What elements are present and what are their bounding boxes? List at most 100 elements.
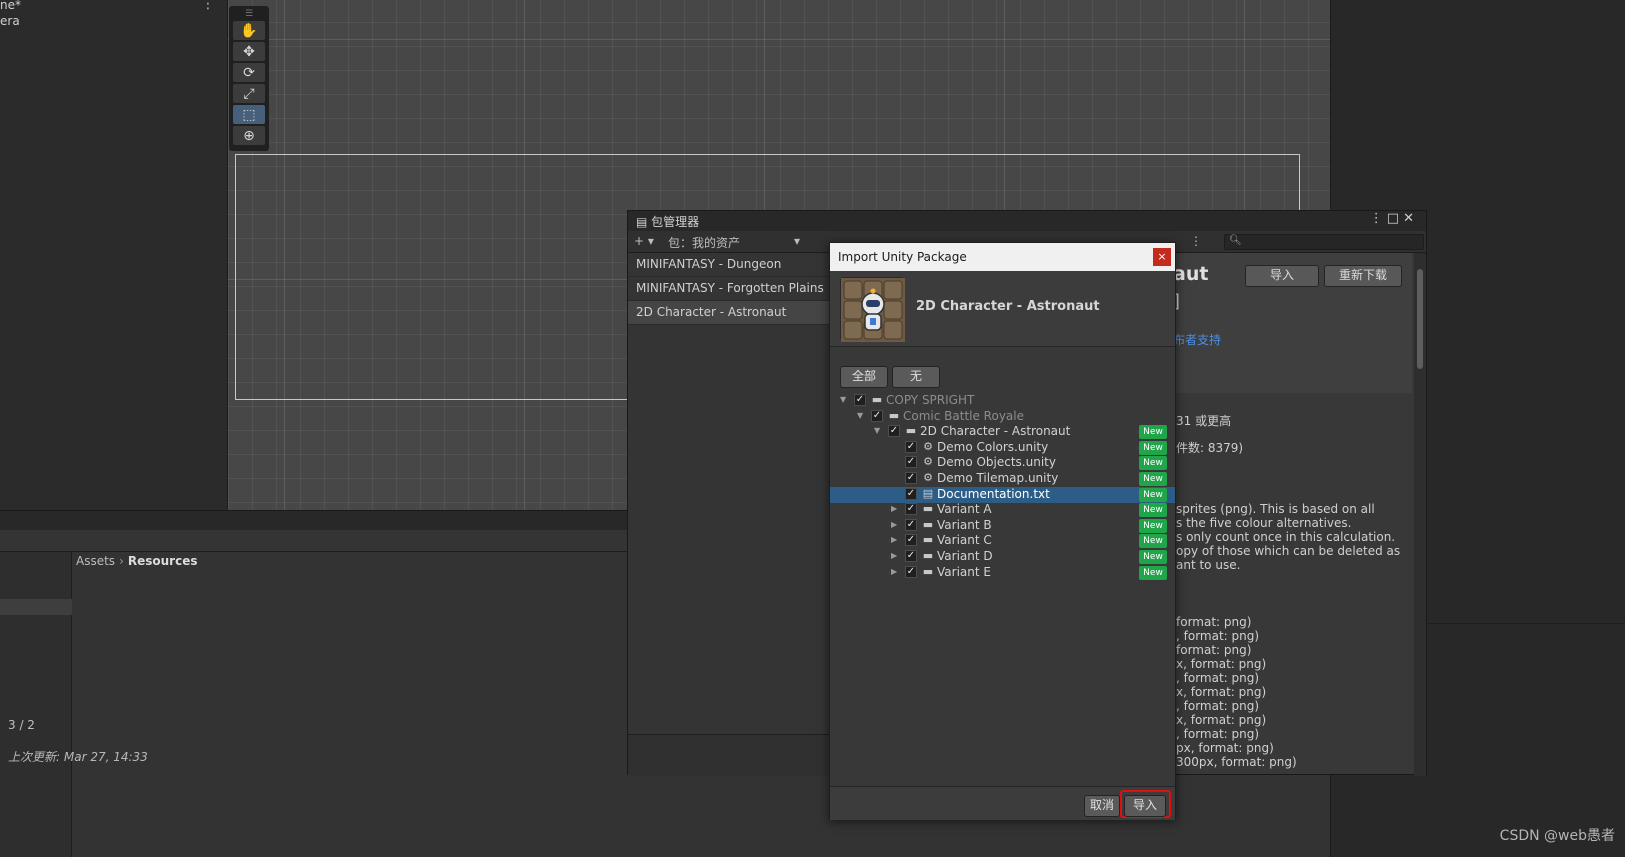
tree-label: Demo Tilemap.unity — [937, 471, 1059, 485]
tree-row[interactable]: ▶ ✓ ▬ Variant E New — [830, 565, 1175, 581]
window-controls: ⋮□✕ — [1370, 211, 1418, 226]
scrollbar-thumb[interactable] — [1417, 269, 1423, 369]
tree-label: 2D Character - Astronaut — [920, 424, 1071, 438]
redownload-button[interactable]: 重新下载 — [1324, 265, 1402, 287]
tree-row[interactable]: ▼ ✓ ▬ Comic Battle Royale — [830, 409, 1175, 425]
tree-row[interactable]: ✓ ▤ Documentation.txt New — [830, 487, 1175, 503]
package-title: aut — [1173, 263, 1209, 285]
new-badge: New — [1139, 472, 1167, 486]
tree-checkbox[interactable]: ✓ — [871, 410, 883, 422]
unity-scene-icon: ⚙ — [923, 471, 933, 484]
tree-checkbox[interactable]: ✓ — [905, 550, 917, 562]
add-package-button[interactable]: + ▾ — [634, 234, 654, 248]
rotate-tool-icon[interactable]: ⟳ — [233, 63, 265, 82]
tree-checkbox[interactable]: ✓ — [905, 503, 917, 515]
search-input[interactable]: 🔍︎ — [1224, 234, 1424, 250]
tree-row[interactable]: ▶ ✓ ▬ Variant A New — [830, 502, 1175, 518]
more-icon[interactable]: ⋮ — [1190, 234, 1202, 248]
chevron-down-icon[interactable]: ▾ — [794, 234, 800, 248]
expand-right-icon[interactable]: ▶ — [891, 520, 901, 529]
tree-checkbox[interactable]: ✓ — [888, 425, 900, 437]
tree-row[interactable]: ▶ ✓ ▬ Variant B New — [830, 518, 1175, 534]
tree-checkbox[interactable]: ✓ — [905, 534, 917, 546]
breadcrumb-resources[interactable]: Resources — [128, 554, 198, 568]
expand-down-icon[interactable]: ▼ — [874, 426, 884, 435]
package-item[interactable]: MINIFANTASY - Dungeon — [628, 253, 830, 277]
folder-icon: ▬ — [871, 393, 883, 406]
cancel-button[interactable]: 取消 — [1084, 795, 1120, 817]
tree-row[interactable]: ▼ ✓ ▬ 2D Character - Astronaut New — [830, 424, 1175, 440]
folder-icon: ▬ — [888, 409, 900, 422]
close-icon[interactable]: ✕ — [1403, 211, 1418, 226]
unity-version-text: 31 或更高 — [1176, 414, 1232, 428]
move-tool-icon[interactable]: ✥ — [233, 42, 265, 61]
folder-icon: ▬ — [922, 549, 934, 562]
new-badge: New — [1139, 534, 1167, 548]
tree-checkbox[interactable]: ✓ — [905, 566, 917, 578]
tree-checkbox[interactable]: ✓ — [905, 488, 917, 500]
tree-row[interactable]: ▶ ✓ ▬ Variant C New — [830, 533, 1175, 549]
tree-row[interactable]: ▶ ✓ ▬ Variant D New — [830, 549, 1175, 565]
new-badge: New — [1139, 441, 1167, 455]
more-icon[interactable]: ⋮ — [1370, 211, 1387, 226]
hierarchy-panel: ne* era ⋮ — [0, 0, 228, 510]
scrollbar[interactable] — [1414, 253, 1426, 776]
new-badge: New — [1139, 519, 1167, 533]
select-none-button[interactable]: 无 — [892, 366, 940, 388]
tree-row[interactable]: ▼ ✓ ▬ COPY SPRIGHT — [830, 393, 1175, 409]
dialog-header: 2D Character - Astronaut — [830, 271, 1175, 347]
tree-checkbox[interactable]: ✓ — [905, 441, 917, 453]
package-item-selected[interactable]: 2D Character - Astronaut — [628, 301, 830, 325]
breadcrumb-assets[interactable]: Assets — [76, 554, 115, 568]
format-line: , format: png) — [1176, 629, 1260, 643]
pm-titlebar: ▤ 包管理器 ⋮□✕ — [628, 211, 1426, 231]
expand-right-icon[interactable]: ▶ — [891, 567, 901, 576]
tree-label: Comic Battle Royale — [903, 409, 1024, 423]
import-button[interactable]: 导入 — [1124, 795, 1166, 817]
packages-scope-dropdown[interactable]: 包：我的资产 — [668, 234, 740, 251]
package-list: MINIFANTASY - Dungeon MINIFANTASY - Forg… — [628, 253, 830, 734]
tree-row[interactable]: ✓ ⚙ Demo Objects.unity New — [830, 455, 1175, 471]
close-icon[interactable]: × — [1153, 248, 1171, 266]
expand-right-icon[interactable]: ▶ — [891, 535, 901, 544]
pm-import-button[interactable]: 导入 — [1245, 265, 1319, 287]
tree-checkbox[interactable]: ✓ — [905, 472, 917, 484]
package-thumbnail — [840, 277, 905, 342]
format-line: 300px, format: png) — [1176, 755, 1297, 769]
scale-tool-icon[interactable]: ⤢ — [233, 84, 265, 103]
tree-row[interactable]: ✓ ⚙ Demo Colors.unity New — [830, 440, 1175, 456]
hierarchy-scene-title[interactable]: ne* — [0, 0, 21, 12]
format-line: , format: png) — [1176, 699, 1260, 713]
maximize-icon[interactable]: □ — [1387, 211, 1403, 226]
transform-tool-icon[interactable]: ⊕ — [233, 126, 265, 145]
expand-right-icon[interactable]: ▶ — [891, 504, 901, 513]
expand-down-icon[interactable]: ▼ — [857, 411, 867, 420]
hand-tool-icon[interactable]: ✋ — [233, 21, 265, 40]
description-line: sprites (png). This is based on all — [1176, 502, 1375, 516]
divider — [1428, 623, 1625, 624]
publisher-support-link[interactable]: 布者支持 — [1173, 331, 1221, 348]
grip-icon[interactable]: ☰ — [233, 9, 265, 19]
select-all-button[interactable]: 全部 — [840, 366, 888, 388]
pm-title: ▤ 包管理器 — [636, 215, 700, 229]
folder-icon: ▬ — [905, 424, 917, 437]
description-line: ant to use. — [1176, 558, 1241, 572]
tree-row[interactable]: ✓ ⚙ Demo Tilemap.unity New — [830, 471, 1175, 487]
expand-down-icon[interactable]: ▼ — [840, 395, 850, 404]
tree-checkbox[interactable]: ✓ — [905, 519, 917, 531]
package-item[interactable]: MINIFANTASY - Forgotten Plains — [628, 277, 830, 301]
more-icon[interactable]: ⋮ — [201, 0, 215, 12]
tree-label: Demo Colors.unity — [937, 440, 1049, 454]
tree-checkbox[interactable]: ✓ — [854, 394, 866, 406]
format-line: , format: png) — [1176, 727, 1260, 741]
tree-checkbox[interactable]: ✓ — [905, 456, 917, 468]
description-line: s only count once in this calculation. — [1176, 530, 1396, 544]
hierarchy-item-camera[interactable]: era — [0, 14, 20, 28]
tree-label: Variant C — [937, 533, 992, 547]
project-tree-selected-item[interactable] — [0, 599, 72, 615]
rect-tool-icon[interactable]: ⬚ — [233, 105, 265, 124]
folder-icon: ▬ — [922, 502, 934, 515]
last-updated: 上次更新: Mar 27, 14:33 — [8, 750, 148, 764]
tree-label: Documentation.txt — [937, 487, 1050, 501]
expand-right-icon[interactable]: ▶ — [891, 551, 901, 560]
